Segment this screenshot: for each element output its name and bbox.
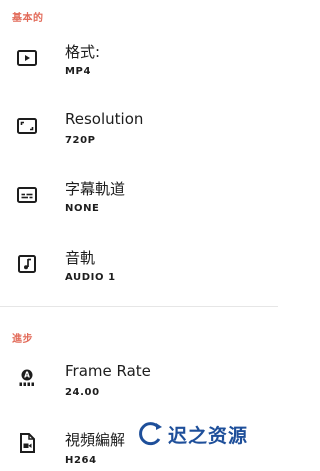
setting-value-subtitle: NONE — [65, 203, 100, 214]
watermark-text: 迟之资源 — [168, 424, 249, 447]
setting-value-codec: H264 — [65, 455, 97, 466]
setting-title-framerate: Frame Rate — [65, 362, 151, 380]
svg-text:A: A — [24, 371, 30, 380]
auto-framerate-icon: A — [16, 367, 38, 389]
section-header-basic: 基本的 — [12, 13, 44, 24]
watermark-logo-icon — [138, 421, 164, 447]
music-note-box-icon — [16, 253, 38, 275]
video-file-icon — [16, 432, 38, 454]
setting-row-format[interactable]: 格式: MP4 — [0, 30, 278, 86]
setting-row-resolution[interactable]: Resolution 720P — [0, 98, 278, 154]
setting-value-framerate: 24.00 — [65, 387, 100, 398]
setting-title-audio: 音軌 — [65, 249, 96, 267]
section-divider — [0, 306, 278, 307]
setting-title-resolution: Resolution — [65, 110, 144, 128]
setting-row-framerate[interactable]: A Frame Rate 24.00 — [0, 350, 278, 406]
aspect-ratio-icon — [16, 115, 38, 137]
video-settings-panel: 基本的 格式: MP4 Resolution 720P 字幕軌道 NONE 音軌… — [0, 0, 278, 471]
watermark-overlay: 迟之资源 — [130, 409, 278, 459]
setting-value-format: MP4 — [65, 66, 92, 77]
subtitles-icon — [16, 184, 38, 206]
setting-row-audio[interactable]: 音軌 AUDIO 1 — [0, 236, 278, 292]
section-header-advanced: 進步 — [12, 334, 33, 345]
setting-row-subtitle[interactable]: 字幕軌道 NONE — [0, 167, 278, 223]
play-box-icon — [16, 47, 38, 69]
setting-title-subtitle: 字幕軌道 — [65, 180, 126, 198]
setting-title-format: 格式: — [65, 43, 101, 61]
setting-value-resolution: 720P — [65, 135, 96, 146]
setting-value-audio: AUDIO 1 — [65, 272, 116, 283]
setting-title-codec: 視頻編解 — [65, 431, 126, 449]
